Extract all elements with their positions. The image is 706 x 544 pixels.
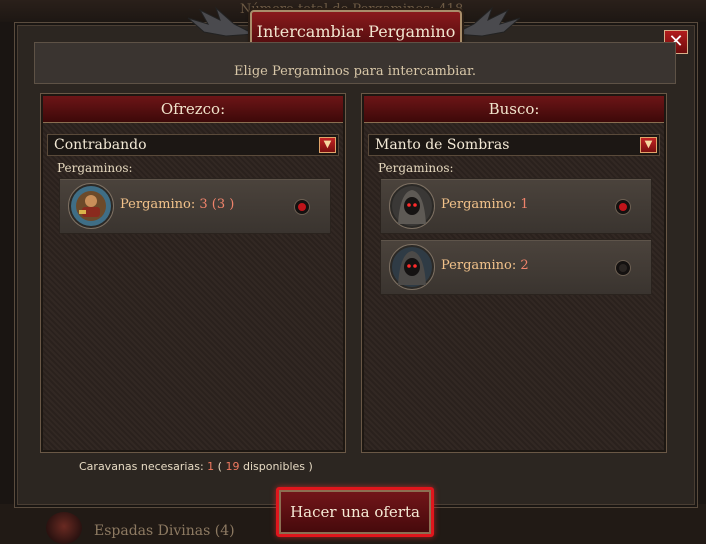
seek-scroll-radio[interactable] <box>615 260 631 276</box>
caravans-available: 19 <box>225 460 240 473</box>
offer-category-value: Contrabando <box>54 137 147 153</box>
divine-swords-label: Espadas Divinas (4) <box>94 523 235 539</box>
scroll-count: 1 <box>520 197 529 212</box>
scroll-label-text: Pergamino: <box>441 197 517 212</box>
smuggler-portrait-icon <box>68 183 114 229</box>
seek-category-dropdown[interactable]: Manto de Sombras ▼ <box>368 134 660 156</box>
right-gargoyle-icon <box>452 6 521 37</box>
offer-category-dropdown[interactable]: Contrabando ▼ <box>47 134 339 156</box>
seek-panel-header: Busco: <box>364 96 664 123</box>
make-offer-button[interactable]: Hacer una oferta <box>276 487 434 537</box>
scroll-count: 3 <box>199 197 208 212</box>
offer-scroll-item[interactable]: Pergamino: 3 (3 ) <box>59 178 331 234</box>
radio-selected-dot <box>619 203 627 211</box>
seek-scroll-radio[interactable] <box>615 199 631 215</box>
scroll-count: 2 <box>520 258 529 273</box>
scroll-label-text: Pergamino: <box>441 258 517 273</box>
radio-selected-dot <box>298 203 306 211</box>
seek-panel: Busco: Manto de Sombras ▼ Pergaminos: Pe… <box>361 93 667 453</box>
left-gargoyle-icon <box>187 6 256 37</box>
offer-items-label: Pergaminos: <box>57 161 133 175</box>
instructions-text: Elige Pergaminos para intercambiar. <box>234 64 476 79</box>
hooded-figure-icon <box>389 183 435 229</box>
divine-swords-icon <box>46 512 82 544</box>
chevron-down-icon[interactable]: ▼ <box>319 137 336 153</box>
caravans-info: Caravanas necesarias: 1 ( 19 disponibles… <box>79 460 313 473</box>
hooded-figure-icon <box>389 244 435 290</box>
chevron-down-icon[interactable]: ▼ <box>640 137 657 153</box>
caravans-suffix: disponibles ) <box>239 460 313 473</box>
offer-scroll-radio[interactable] <box>294 199 310 215</box>
caravans-prefix: Caravanas necesarias: <box>79 460 204 473</box>
radio-empty-dot <box>619 264 627 272</box>
offer-panel: Ofrezco: Contrabando ▼ Pergaminos: Perga… <box>40 93 346 453</box>
instructions-box: Elige Pergaminos para intercambiar. <box>34 42 676 84</box>
seek-category-value: Manto de Sombras <box>375 137 510 153</box>
seek-items-label: Pergaminos: <box>378 161 454 175</box>
seek-scroll-item[interactable]: Pergamino: 2 <box>380 239 652 295</box>
seek-scroll-label: Pergamino: 2 <box>441 258 529 273</box>
dialog-title: Intercambiar Pergamino <box>256 21 456 41</box>
seek-scroll-item[interactable]: Pergamino: 1 <box>380 178 652 234</box>
scroll-label-text: Pergamino: <box>120 197 196 212</box>
scroll-owned: (3 ) <box>211 197 235 212</box>
offer-panel-header: Ofrezco: <box>43 96 343 123</box>
offer-scroll-label: Pergamino: 3 (3 ) <box>120 197 234 212</box>
caravans-open-paren: ( <box>214 460 222 473</box>
seek-scroll-label: Pergamino: 1 <box>441 197 529 212</box>
